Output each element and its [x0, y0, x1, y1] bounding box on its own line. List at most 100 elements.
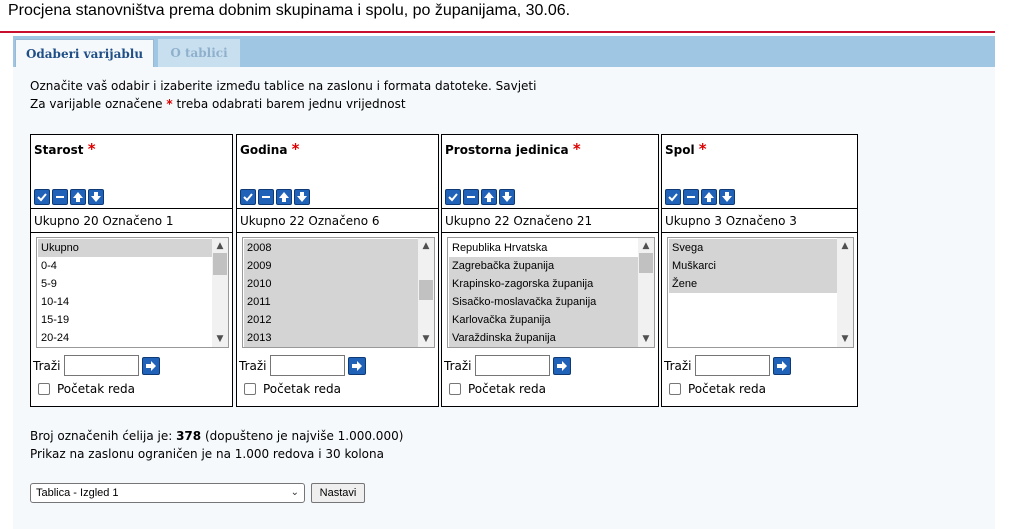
output-format-select[interactable]: Tablica - Izgled 1 ⌄: [30, 483, 305, 503]
display-limit-note: Prikaz na zaslonu ograničen je na 1.000 …: [30, 447, 384, 461]
list-item[interactable]: Sisačko-moslavačka županija: [449, 293, 638, 311]
sort-ascending-icon[interactable]: [70, 189, 86, 205]
search-label: Traži: [444, 358, 472, 373]
list-item[interactable]: Republika Hrvatska: [449, 239, 638, 257]
list-item[interactable]: 2009: [244, 257, 418, 275]
list-item[interactable]: Karlovačka županija: [449, 311, 638, 329]
search-go-icon[interactable]: [772, 356, 791, 375]
instructions-line-1: Označite vaš odabir i izaberite između t…: [30, 79, 537, 93]
search-input[interactable]: [269, 355, 345, 376]
list-items: Ukupno 0-4 5-9 10-14 15-19 20-24: [38, 239, 212, 347]
row-start-checkbox[interactable]: [669, 383, 681, 395]
value-listbox[interactable]: Republika Hrvatska Zagrebačka županija Kra…: [447, 237, 655, 348]
scroll-up-icon[interactable]: ▲: [837, 239, 853, 253]
scroll-down-icon[interactable]: ▼: [837, 332, 853, 346]
search-input[interactable]: [694, 355, 770, 376]
variable-heading: Godina *: [240, 140, 299, 158]
search-row: Traži: [664, 355, 791, 376]
list-item[interactable]: 2008: [244, 239, 418, 257]
search-go-icon[interactable]: [141, 356, 160, 375]
required-star-icon: *: [87, 140, 96, 158]
divider: [442, 232, 658, 233]
list-items: 2008 2009 2010 2011 2012 2013: [244, 239, 418, 347]
sort-ascending-icon[interactable]: [276, 189, 292, 205]
list-item[interactable]: Muškarci: [669, 257, 837, 275]
scroll-down-icon[interactable]: ▼: [418, 332, 434, 346]
select-all-icon[interactable]: [240, 189, 256, 205]
list-item[interactable]: 2012: [244, 311, 418, 329]
variable-name: Godina: [240, 143, 288, 157]
list-item[interactable]: Svega: [669, 239, 837, 257]
deselect-all-icon[interactable]: [683, 189, 699, 205]
sort-descending-icon[interactable]: [499, 189, 515, 205]
deselect-all-icon[interactable]: [52, 189, 68, 205]
list-buttons: [240, 189, 310, 205]
scrollbar[interactable]: ▲ ▼: [418, 238, 434, 347]
value-listbox[interactable]: Svega Muškarci Žene ▲ ▼: [667, 237, 854, 348]
list-item[interactable]: 0-4: [38, 257, 212, 275]
instructions-pre: Za varijable označene: [30, 97, 163, 111]
select-all-icon[interactable]: [445, 189, 461, 205]
search-label: Traži: [33, 358, 61, 373]
list-item[interactable]: Varaždinska županija: [449, 329, 638, 347]
variable-box-starost: Starost * Ukupno 20 Označeno 1 Ukupno 0-4…: [30, 134, 233, 407]
value-listbox[interactable]: Ukupno 0-4 5-9 10-14 15-19 20-24 ▲ ▼: [36, 237, 229, 348]
scroll-up-icon[interactable]: ▲: [638, 239, 654, 253]
continue-button[interactable]: Nastavi: [311, 483, 365, 503]
sort-descending-icon[interactable]: [294, 189, 310, 205]
list-item[interactable]: 20-24: [38, 329, 212, 347]
scroll-down-icon[interactable]: ▼: [638, 332, 654, 346]
deselect-all-icon[interactable]: [463, 189, 479, 205]
list-item[interactable]: 2010: [244, 275, 418, 293]
sort-ascending-icon[interactable]: [481, 189, 497, 205]
scrollbar[interactable]: ▲ ▼: [212, 238, 228, 347]
count-text: Ukupno 3 Označeno 3: [665, 214, 797, 228]
row-start-option: Početak reda: [669, 382, 766, 396]
variable-name: Prostorna jedinica: [445, 143, 569, 157]
scroll-down-icon[interactable]: ▼: [212, 332, 228, 346]
list-item[interactable]: Zagrebačka županija: [449, 257, 638, 275]
search-input[interactable]: [474, 355, 550, 376]
list-item[interactable]: Krapinsko-zagorska županija: [449, 275, 638, 293]
scroll-thumb[interactable]: [639, 253, 653, 273]
scrollbar[interactable]: ▲ ▼: [638, 238, 654, 347]
list-item[interactable]: 2011: [244, 293, 418, 311]
scroll-thumb[interactable]: [213, 253, 227, 275]
select-all-icon[interactable]: [34, 189, 50, 205]
scrollbar[interactable]: ▲ ▼: [837, 238, 853, 347]
list-item[interactable]: 10-14: [38, 293, 212, 311]
variable-box-prostorna-jedinica: Prostorna jedinica * Ukupno 22 Označeno …: [441, 134, 659, 407]
list-item[interactable]: 2013: [244, 329, 418, 347]
sort-ascending-icon[interactable]: [701, 189, 717, 205]
search-label: Traži: [239, 358, 267, 373]
divider: [662, 232, 857, 233]
select-all-icon[interactable]: [665, 189, 681, 205]
sort-descending-icon[interactable]: [88, 189, 104, 205]
list-item[interactable]: 15-19: [38, 311, 212, 329]
row-start-checkbox[interactable]: [449, 383, 461, 395]
deselect-all-icon[interactable]: [258, 189, 274, 205]
search-row: Traži: [444, 355, 571, 376]
cell-count-post: (dopušteno je najviše 1.000.000): [204, 429, 404, 443]
search-go-icon[interactable]: [552, 356, 571, 375]
divider: [31, 232, 232, 233]
scroll-thumb[interactable]: [419, 280, 433, 300]
search-go-icon[interactable]: [347, 356, 366, 375]
instructions-post: treba odabrati barem jednu vrijednost: [176, 97, 406, 111]
row-start-option: Početak reda: [449, 382, 546, 396]
search-input[interactable]: [63, 355, 139, 376]
list-item[interactable]: Ukupno: [38, 239, 212, 257]
tab-select-variable[interactable]: Odaberi varijablu: [15, 39, 154, 67]
sort-descending-icon[interactable]: [719, 189, 735, 205]
row-start-checkbox[interactable]: [38, 383, 50, 395]
value-listbox[interactable]: 2008 2009 2010 2011 2012 2013 ▲ ▼: [242, 237, 435, 348]
required-star-icon: *: [166, 97, 173, 111]
row-start-checkbox[interactable]: [244, 383, 256, 395]
list-item[interactable]: Žene: [669, 275, 837, 293]
scroll-up-icon[interactable]: ▲: [418, 239, 434, 253]
divider: [662, 208, 857, 209]
tab-about-table[interactable]: O tablici: [158, 39, 240, 67]
list-item[interactable]: 5-9: [38, 275, 212, 293]
count-text: Ukupno 20 Označeno 1: [34, 214, 174, 228]
scroll-up-icon[interactable]: ▲: [212, 239, 228, 253]
